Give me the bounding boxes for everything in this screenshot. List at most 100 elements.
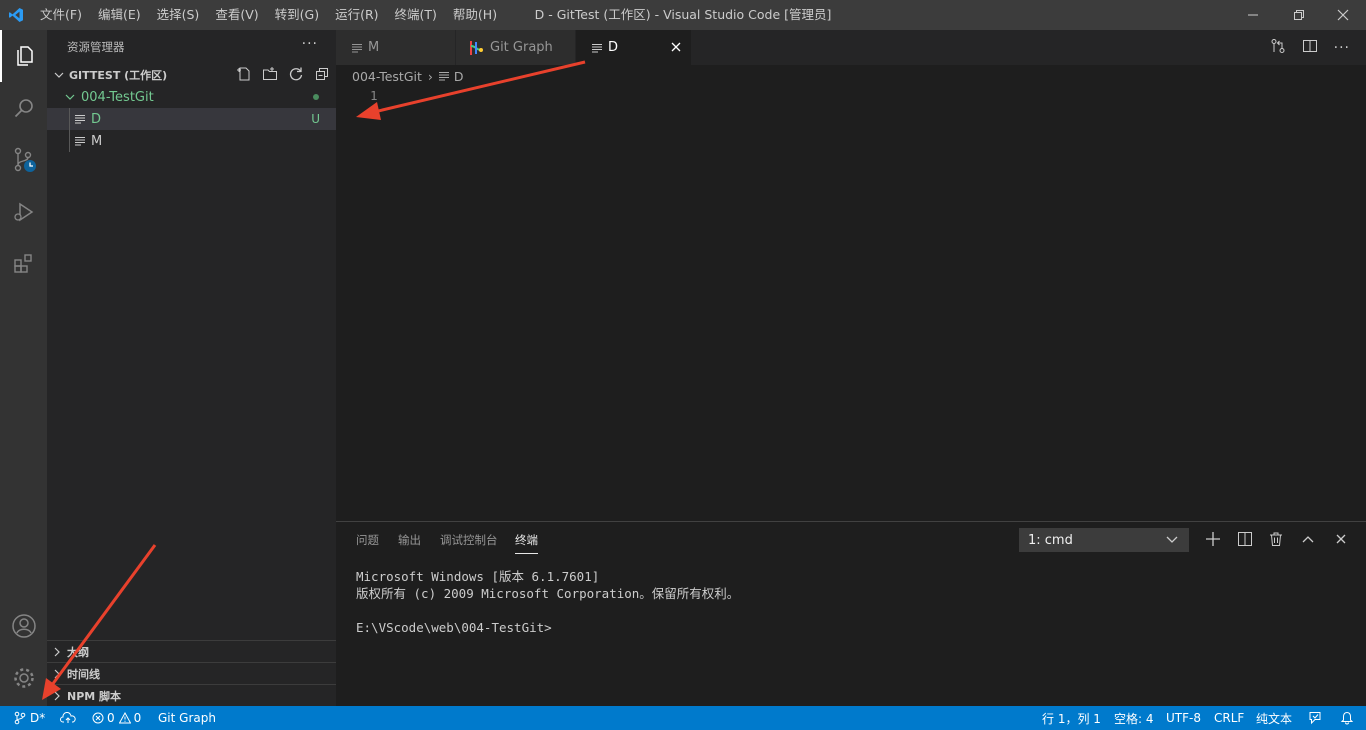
tab-git-graph[interactable]: Git Graph bbox=[456, 30, 576, 65]
text-file-icon bbox=[75, 114, 85, 124]
untracked-badge: U bbox=[311, 112, 320, 126]
editor-tabs: M Git Graph D ··· bbox=[336, 30, 1366, 65]
title-bar: 文件(F) 编辑(E) 选择(S) 查看(V) 转到(G) 运行(R) 终端(T… bbox=[0, 0, 1366, 30]
breadcrumb-folder[interactable]: 004-TestGit bbox=[352, 69, 422, 84]
terminal-select[interactable]: 1: cmd bbox=[1019, 528, 1189, 552]
kill-terminal-icon[interactable] bbox=[1265, 528, 1287, 550]
terminal-line: Microsoft Windows [版本 6.1.7601] bbox=[356, 569, 600, 584]
run-debug-icon[interactable] bbox=[0, 186, 47, 238]
new-terminal-icon[interactable] bbox=[1202, 528, 1224, 550]
menu-help[interactable]: 帮助(H) bbox=[445, 0, 505, 30]
split-terminal-icon[interactable] bbox=[1234, 528, 1256, 550]
editor-actions: ··· bbox=[1270, 30, 1350, 65]
indentation[interactable]: 空格: 4 bbox=[1114, 706, 1154, 730]
status-bar: D* 0 0 Git Graph 行 1，列 1 空格: 4 UTF-8 CRL… bbox=[0, 706, 1366, 730]
search-icon[interactable] bbox=[0, 82, 47, 134]
breadcrumb-file[interactable]: D bbox=[454, 69, 464, 84]
terminal-prompt: E:\VScode\web\004-TestGit> bbox=[356, 620, 552, 635]
minimize-button[interactable] bbox=[1230, 0, 1276, 30]
account-icon[interactable] bbox=[0, 600, 47, 652]
bottom-panel: 问题 输出 调试控制台 终端 1: cmd Microsoft Windows … bbox=[336, 521, 1366, 706]
timeline-section[interactable]: 时间线 bbox=[47, 662, 336, 684]
tab-m[interactable]: M bbox=[336, 30, 456, 65]
explorer-icon[interactable] bbox=[0, 30, 47, 82]
end-of-line[interactable]: CRLF bbox=[1214, 706, 1244, 730]
tab-terminal[interactable]: 终端 bbox=[515, 522, 538, 558]
problems-indicator[interactable]: 0 0 bbox=[92, 706, 141, 730]
menu-edit[interactable]: 编辑(E) bbox=[90, 0, 149, 30]
restore-button[interactable] bbox=[1276, 0, 1322, 30]
chevron-down-icon bbox=[1166, 536, 1178, 544]
branch-indicator[interactable]: D* bbox=[14, 706, 45, 730]
modified-dot-icon bbox=[312, 90, 320, 104]
outline-label: 大纲 bbox=[67, 645, 89, 659]
tab-output[interactable]: 输出 bbox=[398, 522, 421, 558]
file-row-m[interactable]: M bbox=[47, 130, 336, 152]
workspace-name: GITTEST (工作区) bbox=[69, 69, 168, 82]
branch-name: D* bbox=[30, 711, 46, 725]
notifications-bell-icon[interactable] bbox=[1340, 706, 1354, 730]
menu-terminal[interactable]: 终端(T) bbox=[387, 0, 445, 30]
extensions-icon[interactable] bbox=[0, 238, 47, 290]
tab-label: M bbox=[368, 40, 380, 55]
error-icon bbox=[92, 712, 104, 724]
more-actions-icon[interactable]: ··· bbox=[302, 36, 318, 52]
git-graph-icon bbox=[468, 40, 484, 56]
editor-area[interactable]: 1 bbox=[336, 87, 1366, 521]
text-file-icon bbox=[352, 43, 362, 53]
cursor-position[interactable]: 行 1，列 1 bbox=[1042, 706, 1101, 730]
terminal-output[interactable]: Microsoft Windows [版本 6.1.7601] 版权所有 (c) … bbox=[356, 568, 739, 636]
outline-section[interactable]: 大纲 bbox=[47, 640, 336, 662]
git-branch-icon bbox=[14, 711, 26, 725]
language-mode[interactable]: 纯文本 bbox=[1256, 706, 1292, 730]
sync-icon[interactable] bbox=[60, 706, 76, 730]
line-number: 1 bbox=[370, 88, 378, 103]
tab-d[interactable]: D bbox=[576, 30, 692, 65]
collapse-all-icon[interactable] bbox=[314, 66, 330, 85]
text-file-icon bbox=[438, 71, 449, 81]
menu-view[interactable]: 查看(V) bbox=[207, 0, 266, 30]
indent-guide bbox=[69, 130, 70, 152]
breadcrumb: 004-TestGit › D bbox=[336, 65, 1366, 87]
tab-problems[interactable]: 问题 bbox=[356, 522, 379, 558]
warning-icon bbox=[118, 712, 131, 724]
split-editor-icon[interactable] bbox=[1302, 38, 1318, 58]
folder-row[interactable]: 004-TestGit bbox=[47, 86, 336, 108]
file-name: D bbox=[91, 111, 102, 127]
close-tab-icon[interactable] bbox=[671, 42, 681, 52]
chevron-down-icon bbox=[63, 92, 77, 102]
breadcrumb-separator: › bbox=[427, 68, 433, 84]
file-row-d[interactable]: D U bbox=[47, 108, 336, 130]
source-control-icon[interactable] bbox=[0, 134, 47, 186]
menu-go[interactable]: 转到(G) bbox=[267, 0, 327, 30]
npm-scripts-section[interactable]: NPM 脚本 bbox=[47, 684, 336, 706]
menu-selection[interactable]: 选择(S) bbox=[149, 0, 208, 30]
text-file-icon bbox=[592, 43, 602, 53]
chevron-right-icon bbox=[47, 647, 67, 657]
tab-debug-console[interactable]: 调试控制台 bbox=[440, 522, 498, 558]
close-panel-icon[interactable] bbox=[1330, 528, 1352, 550]
workspace-header[interactable]: GITTEST (工作区) bbox=[47, 64, 336, 86]
menu-run[interactable]: 运行(R) bbox=[327, 0, 386, 30]
menu-bar: 文件(F) 编辑(E) 选择(S) 查看(V) 转到(G) 运行(R) 终端(T… bbox=[32, 0, 505, 30]
workspace-actions bbox=[236, 64, 330, 86]
new-folder-icon[interactable] bbox=[262, 66, 278, 85]
manage-gear-icon[interactable] bbox=[0, 652, 47, 704]
more-actions-icon[interactable]: ··· bbox=[1334, 40, 1350, 56]
encoding[interactable]: UTF-8 bbox=[1166, 706, 1201, 730]
chevron-right-icon bbox=[47, 691, 67, 701]
new-file-icon[interactable] bbox=[236, 66, 252, 85]
activity-bar bbox=[0, 30, 47, 706]
folder-name: 004-TestGit bbox=[81, 89, 154, 105]
open-changes-icon[interactable] bbox=[1270, 38, 1286, 58]
terminal-line: 版权所有 (c) 2009 Microsoft Corporation。保留所有… bbox=[356, 586, 740, 601]
refresh-icon[interactable] bbox=[288, 66, 304, 85]
menu-file[interactable]: 文件(F) bbox=[32, 0, 90, 30]
close-window-button[interactable] bbox=[1320, 0, 1366, 30]
git-graph-button[interactable]: Git Graph bbox=[158, 706, 216, 730]
feedback-icon[interactable] bbox=[1308, 706, 1322, 730]
maximize-panel-icon[interactable] bbox=[1297, 528, 1319, 550]
explorer-title: 资源管理器 bbox=[67, 40, 125, 54]
vscode-logo-icon bbox=[0, 0, 32, 30]
